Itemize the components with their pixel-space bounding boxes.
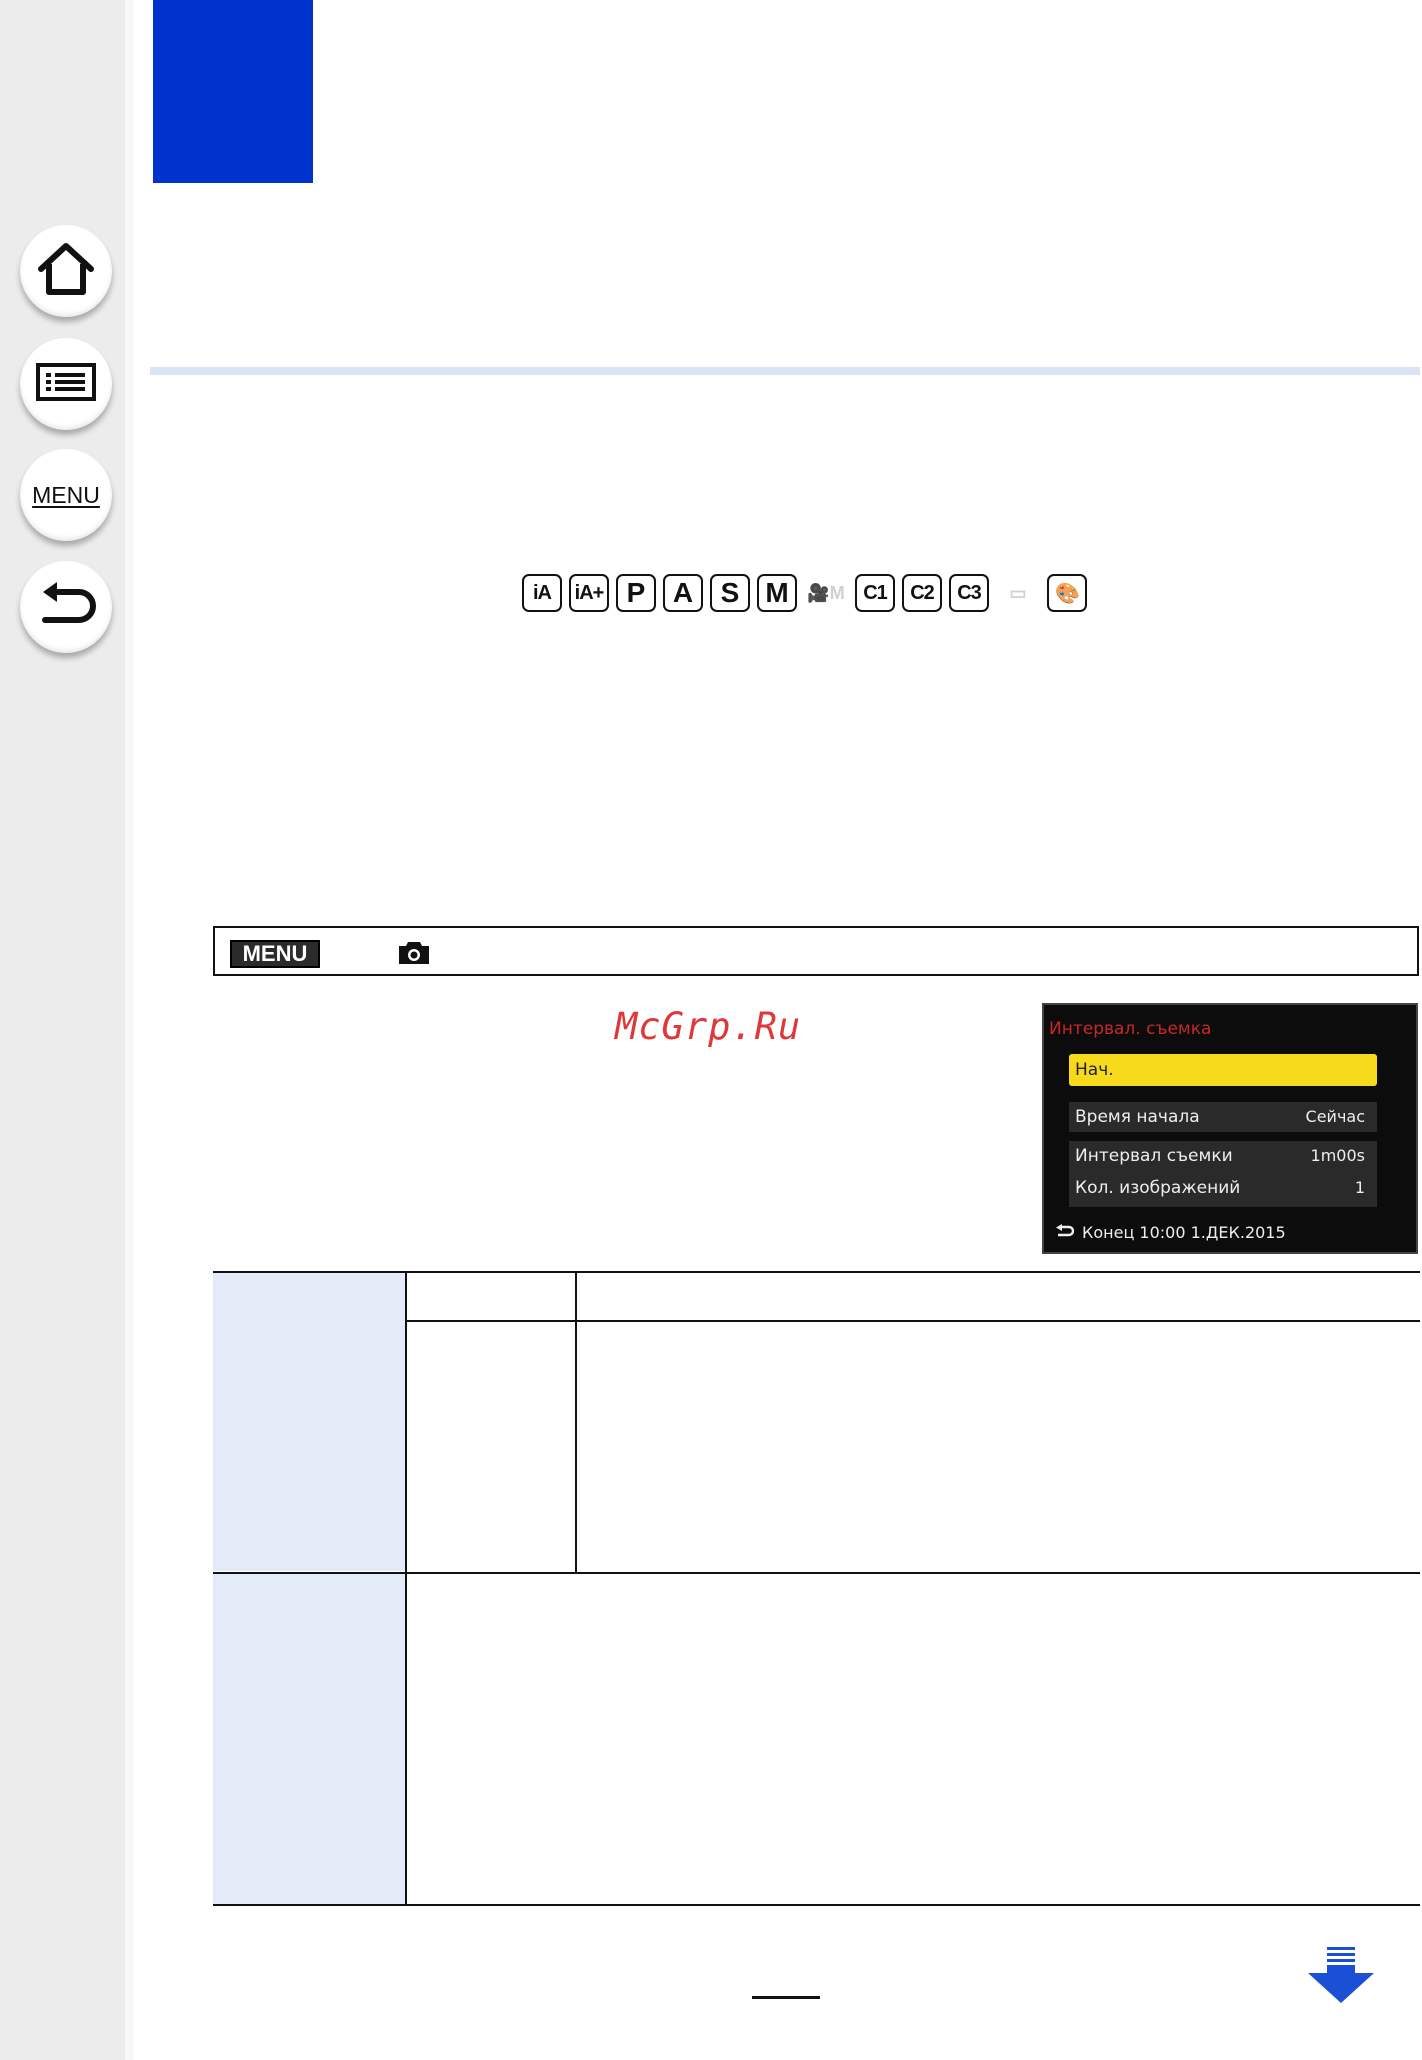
list-icon: [35, 362, 97, 407]
sidebar-divider: [125, 0, 133, 2060]
chapter-color-block: [153, 0, 313, 183]
return-icon: [35, 580, 97, 635]
table-border-mid: [213, 1572, 1420, 1574]
table-border-row: [406, 1320, 1420, 1322]
camera-screen: Интервал. съемка Нач. Время начала Сейча…: [1042, 1003, 1418, 1254]
back-button[interactable]: [20, 561, 112, 653]
page-number-underline: [752, 1996, 820, 1999]
mode-a-icon: A: [663, 574, 703, 612]
menu-label: MENU: [32, 481, 100, 508]
home-icon: [35, 240, 97, 303]
mode-movie-m-icon: 🎥M: [807, 582, 845, 603]
table-border-top: [213, 1271, 1420, 1273]
menu-badge: MENU: [230, 940, 320, 968]
screen-title: Интервал. съемка: [1049, 1019, 1212, 1039]
screen-row-start-time: Время начала Сейчас: [1069, 1102, 1377, 1132]
camera-icon: [397, 940, 431, 971]
table-border-bottom: [213, 1904, 1420, 1906]
mode-m-icon: M: [757, 574, 797, 612]
applicable-modes: iA iA+ P A S M 🎥M C1 C2 C3 ▭ 🎨: [522, 572, 1094, 614]
row-value: Сейчас: [1305, 1107, 1365, 1126]
table-header-cell-1: [213, 1272, 406, 1571]
arrow-down-icon[interactable]: [1306, 1947, 1376, 2010]
table-header-cell-2: [213, 1574, 406, 1904]
watermark: McGrp.Ru: [615, 1005, 802, 1048]
mode-p-icon: P: [616, 574, 656, 612]
row-value: 1: [1354, 1178, 1365, 1197]
row-label: Интервал съемки: [1075, 1146, 1233, 1166]
menu-button[interactable]: MENU: [20, 449, 112, 541]
menu-path-bar: MENU: [213, 926, 1419, 976]
mode-ia-plus-icon: iA+: [569, 574, 609, 612]
mode-c2-icon: C2: [902, 574, 942, 612]
mode-c1-icon: C1: [855, 574, 895, 612]
mode-creative-icon: 🎨: [1047, 574, 1087, 612]
row-value: 1m00s: [1310, 1146, 1365, 1165]
footer-text: Конец 10:00 1.ДЕК.2015: [1082, 1223, 1286, 1242]
back-arrow-icon: [1054, 1223, 1075, 1242]
home-button[interactable]: [20, 225, 112, 317]
contents-button[interactable]: [20, 338, 112, 430]
section-divider: [150, 367, 1420, 375]
row-label: Время начала: [1075, 1107, 1200, 1127]
row-label: Кол. изображений: [1075, 1178, 1241, 1198]
screen-start-item: Нач.: [1069, 1054, 1377, 1086]
table-border-col1: [405, 1271, 407, 1906]
mode-ia-icon: iA: [522, 574, 562, 612]
mode-c3-icon: C3: [949, 574, 989, 612]
mode-panorama-icon: ▭: [1009, 582, 1027, 603]
screen-row-interval: Интервал съемки 1m00s: [1069, 1141, 1377, 1171]
screen-footer: Конец 10:00 1.ДЕК.2015: [1054, 1223, 1286, 1242]
table-border-col2: [575, 1271, 577, 1573]
mode-s-icon: S: [710, 574, 750, 612]
screen-row-count: Кол. изображений 1: [1069, 1173, 1377, 1203]
